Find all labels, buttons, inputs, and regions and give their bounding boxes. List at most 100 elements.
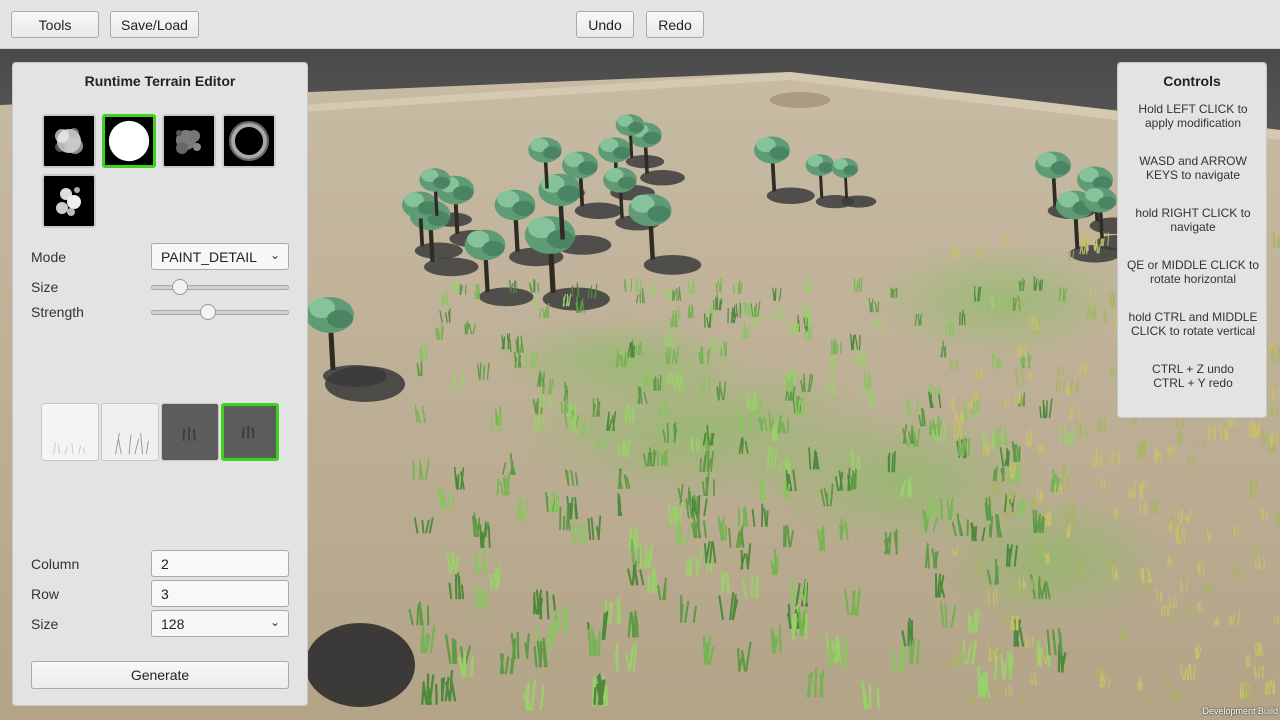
grass-blade [659, 374, 662, 391]
grass-blade [691, 305, 694, 319]
chevron-down-icon: ⌄ [269, 248, 280, 262]
grass-blade [1066, 476, 1069, 491]
grass-blade [631, 343, 634, 358]
grass-blade [1242, 682, 1245, 699]
grass-blade [791, 619, 795, 640]
grass-blade [470, 656, 475, 678]
grass-blade [673, 423, 676, 443]
grass-blade [1141, 568, 1144, 584]
grass-blade [1266, 681, 1269, 695]
grass-blade [803, 579, 808, 605]
tree-canopy-shade [542, 146, 562, 160]
grass-blade [699, 457, 702, 472]
grass-blade [482, 365, 486, 380]
grass-blade [1032, 317, 1035, 332]
grass-blade [1058, 364, 1060, 376]
grass-blade [706, 350, 709, 365]
column-input[interactable]: 2 [151, 550, 289, 577]
grass-blade [1031, 636, 1034, 648]
grass-blade [546, 495, 549, 513]
tree-canopy-shade [818, 162, 834, 173]
grass-blade [1189, 664, 1192, 681]
grass-blade [996, 565, 999, 585]
grass-blade [1224, 427, 1227, 441]
grass-blade [630, 278, 633, 292]
grass-blade [891, 453, 894, 473]
grass-blade [861, 350, 864, 366]
grass-blade [997, 427, 1000, 446]
grass-blade [1202, 561, 1205, 575]
grass-blade [795, 397, 798, 416]
grass-blade [967, 437, 971, 456]
terrain-size-value: 128 [161, 615, 185, 632]
circle-brush[interactable] [102, 114, 156, 168]
undo-button[interactable]: Undo [576, 11, 634, 38]
grass-blade [720, 277, 722, 293]
slider-thumb[interactable] [200, 304, 216, 320]
grass-blade [888, 531, 892, 555]
grass-dark-detail[interactable] [161, 403, 219, 461]
grass-blade [487, 525, 491, 548]
grass-blade [456, 473, 460, 490]
grass-blade [665, 352, 668, 364]
generate-button[interactable]: Generate [31, 661, 289, 689]
grass-blade [1116, 507, 1118, 520]
save-load-button[interactable]: Save/Load [110, 11, 199, 38]
grass-blade [1113, 506, 1115, 520]
grass-blade [1034, 509, 1038, 534]
grass-blade [987, 445, 990, 456]
grass-blade [1057, 643, 1061, 673]
grass-blade [722, 516, 725, 541]
grass-blade [1145, 698, 1147, 709]
redo-button[interactable]: Redo [646, 11, 704, 38]
row-input[interactable]: 3 [151, 580, 289, 607]
scatter-brush[interactable] [42, 174, 96, 228]
grass-blade [616, 606, 620, 625]
grass-blade [503, 336, 506, 350]
grass-blade [597, 630, 601, 657]
strength-slider[interactable] [151, 304, 289, 320]
tools-button[interactable]: Tools [11, 11, 99, 38]
terrain-size-dropdown[interactable]: 128 ⌄ [151, 610, 289, 637]
control-hint: WASD and ARROW KEYS to navigate [1139, 154, 1247, 182]
control-hint: CTRL + Z undo CTRL + Y redo [1152, 362, 1234, 390]
grass-blade [974, 525, 978, 542]
grass-blade [617, 597, 622, 625]
grass-blade [1086, 238, 1089, 252]
grass-blade [1209, 530, 1212, 543]
mode-dropdown[interactable]: PAINT_DETAIL ⌄ [151, 243, 289, 270]
grass-blade [832, 342, 835, 355]
noise-brush[interactable] [162, 114, 216, 168]
tree-canopy-shade [769, 146, 790, 160]
ring-brush[interactable] [222, 114, 276, 168]
grass-blade [563, 297, 565, 307]
brush-size-slider[interactable] [151, 279, 289, 295]
grass-blade [977, 250, 980, 260]
grass-white-detail[interactable] [41, 403, 99, 461]
grass-blade [515, 280, 517, 294]
grass-blade [621, 440, 625, 458]
grass-blade [1255, 481, 1258, 498]
tree-canopy-shade [452, 186, 474, 201]
grass-blade [604, 685, 609, 707]
grass-dark-selected-detail[interactable] [221, 403, 279, 461]
grass-blade [593, 686, 597, 706]
grass-blade [474, 290, 477, 300]
grass-blade [719, 298, 722, 311]
grass-blade [1038, 280, 1041, 291]
cloud-brush[interactable] [42, 114, 96, 168]
grass-blade [864, 349, 867, 366]
grass-blade [737, 283, 740, 295]
grass-blade [421, 681, 425, 706]
grass-blade [618, 502, 622, 516]
grass-blade [858, 334, 861, 350]
slider-thumb[interactable] [172, 279, 188, 295]
grass-blade [1045, 513, 1048, 527]
grass-blade [1069, 430, 1072, 446]
grass-blade [997, 294, 1000, 308]
grass-blade [856, 457, 859, 471]
grass-blade [759, 311, 762, 324]
grass-blade [1261, 435, 1264, 445]
grass-blade [998, 483, 1001, 495]
grass-sparse-detail[interactable] [101, 403, 159, 461]
